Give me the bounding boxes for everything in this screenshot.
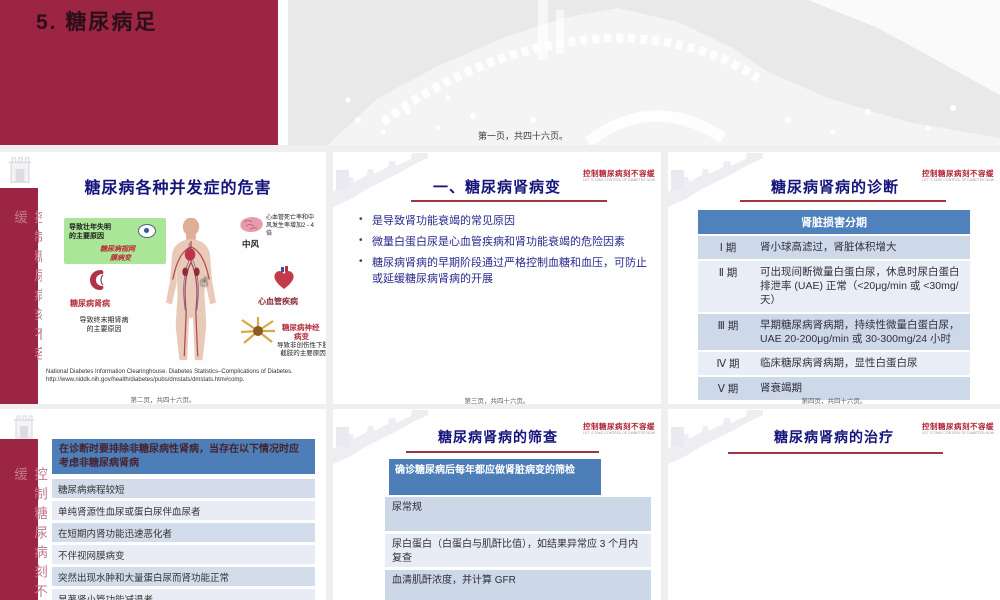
screening-header: 确诊糖尿病后每年都应做肾脏病变的筛检 <box>389 459 601 495</box>
list-item: 在短期内肾功能迅速恶化者 <box>52 523 315 542</box>
list-item: 单纯肾源性血尿或蛋白尿伴血尿者 <box>52 501 315 520</box>
slide-title: 糖尿病肾病的诊断 <box>734 176 936 197</box>
exclusion-header: 在诊断时要排除非糖尿病性肾病，当存在以下情况时应考虑非糖尿病肾病 <box>52 439 315 474</box>
slide-5-thumbnail[interactable]: 控制糖尿病刻不容缓 在诊断时要排除非糖尿病性肾病，当存在以下情况时应考虑非糖尿病… <box>0 409 326 600</box>
neuropathy-label-2: 病变 <box>294 331 309 342</box>
panel-divider <box>278 0 288 145</box>
brain-icon <box>238 216 264 234</box>
slide-2-thumbnail[interactable]: 控制糖尿病刻不容缓 糖尿病各种并发症的危害 导致壮年失明 的主要原因 糖尿病视网… <box>0 152 326 404</box>
table-row: Ⅰ 期 肾小球高滤过，肾脏体积增大 <box>698 234 970 259</box>
nephropathy-label: 糖尿病肾病 <box>70 298 110 309</box>
list-item: 血清肌酐浓度，并计算 GFR <box>385 570 651 600</box>
table-row: Ⅳ 期 临床糖尿病肾病期，显性白蛋白尿 <box>698 350 970 375</box>
list-item: 突然出现水肿和大量蛋白尿而肾功能正常 <box>52 567 315 586</box>
slide-title: 糖尿病肾病的筛查 <box>403 427 593 447</box>
slide-3-thumbnail[interactable]: 控制糖尿病刻不容缓 LET' S TAKE CONTROL OF DIABETE… <box>333 152 661 404</box>
list-item: 尿白蛋白（白蛋白与肌酐比值），如结果异常应 3 个月内复查 <box>385 534 651 567</box>
list-item: 不伴视网膜病变 <box>52 545 315 564</box>
title-underline <box>740 200 946 202</box>
neuropathy-note: 导致非创伤性下肢 截肢的主要原因 <box>268 342 326 359</box>
great-wall-watermark <box>288 0 1000 145</box>
section-panel: 5. 糖尿病足 <box>0 0 278 145</box>
slide-page-footer: 第三页，共四十六页。 <box>333 395 661 404</box>
tower-watermark-icon <box>4 411 44 441</box>
table-row: Ⅲ 期 早期糖尿病肾病期，持续性微量白蛋白尿，UAE 20-200μg/min … <box>698 312 970 350</box>
human-body-figure <box>162 218 220 364</box>
vertical-slogan: 控制糖尿病刻不容缓 <box>9 467 49 600</box>
heart-icon <box>272 266 296 292</box>
slide-6-thumbnail[interactable]: 控制糖尿病刻不容缓 LET' S TAKE CONTROL OF DIABETE… <box>333 409 661 600</box>
exclusion-list: 糖尿病病程较短 单纯肾源性血尿或蛋白尿伴血尿者 在短期内肾功能迅速恶化者 不伴视… <box>52 479 315 600</box>
table-header: 肾脏损害分期 <box>698 210 970 234</box>
slide-4-thumbnail[interactable]: 控制糖尿病刻不容缓 LET' S TAKE CONTROL OF DIABETE… <box>668 152 1000 404</box>
title-underline <box>411 200 607 202</box>
eye-icon <box>138 224 156 238</box>
complications-diagram: 导致壮年失明 的主要原因 糖尿病视网 膜病变 ☝ 心血管 <box>42 210 320 366</box>
list-item: 尿常规 <box>385 497 651 531</box>
red-side-banner: 控制糖尿病刻不容缓 <box>0 188 38 404</box>
presentation-preview: 5. 糖尿病足 第一页，共四十六页。 <box>0 0 1000 600</box>
slide-page-footer: 第二页，共四十六页。 <box>0 394 326 404</box>
slide-7-thumbnail[interactable]: 控制糖尿病刻不容缓 LET' S TAKE CONTROL OF DIABETE… <box>668 409 1000 600</box>
list-item: 糖尿病病程较短 <box>52 479 315 498</box>
slide-page-footer: 第一页，共四十六页。 <box>478 129 568 142</box>
slide-page-footer: 第四页，共四十六页。 <box>668 395 1000 404</box>
red-side-banner: 控制糖尿病刻不容缓 <box>0 439 38 600</box>
list-item: • 是导致肾功能衰竭的常见原因 <box>359 214 647 230</box>
kidney-damage-stages-table: 肾脏损害分期 Ⅰ 期 肾小球高滤过，肾脏体积增大 Ⅱ 期 可出现间断微量白蛋白尿… <box>698 210 970 400</box>
list-item: • 糖尿病肾病的早期阶段通过严格控制血糖和血压，可防止或延缓糖尿病肾病的开展 <box>359 256 647 288</box>
stroke-label: 中风 <box>242 238 259 250</box>
kidney-icon <box>88 268 106 292</box>
slide-title: 一、糖尿病肾病变 <box>397 176 597 197</box>
slide-title: 糖尿病各种并发症的危害 <box>42 174 314 198</box>
cvd-label: 心血管疾病 <box>258 296 298 307</box>
list-item: • 微量白蛋白尿是心血管疾病和肾功能衰竭的危险因素 <box>359 235 647 251</box>
bullet-list: • 是导致肾功能衰竭的常见原因 • 微量白蛋白尿是心血管疾病和肾功能衰竭的危险因… <box>359 214 647 293</box>
slide-title: 糖尿病肾病的治疗 <box>734 427 934 447</box>
retinopathy-callout: 导致壮年失明 的主要原因 糖尿病视网 膜病变 <box>64 218 166 264</box>
tower-watermark-icon <box>0 152 40 186</box>
list-item: 显著肾小管功能减退者 <box>52 589 315 600</box>
title-underline <box>406 451 599 453</box>
title-underline <box>728 452 943 454</box>
table-row: Ⅱ 期 可出现间断微量白蛋白尿，休息时尿白蛋白排泄率 (UAE) 正常（<20μ… <box>698 259 970 312</box>
nephropathy-note: 导致终末期肾病 的主要原因 <box>56 316 152 334</box>
stroke-stat-text: 心血管死亡率和中风发生率增加2 - 4倍 <box>266 215 314 238</box>
section-item-diabetic-foot: 5. 糖尿病足 <box>36 6 157 36</box>
citation-text: National Diabetes Information Clearingho… <box>46 369 318 385</box>
slide-1-thumbnail[interactable]: 5. 糖尿病足 第一页，共四十六页。 <box>0 0 1000 145</box>
hand-cursor-icon: ☝ <box>200 274 208 290</box>
